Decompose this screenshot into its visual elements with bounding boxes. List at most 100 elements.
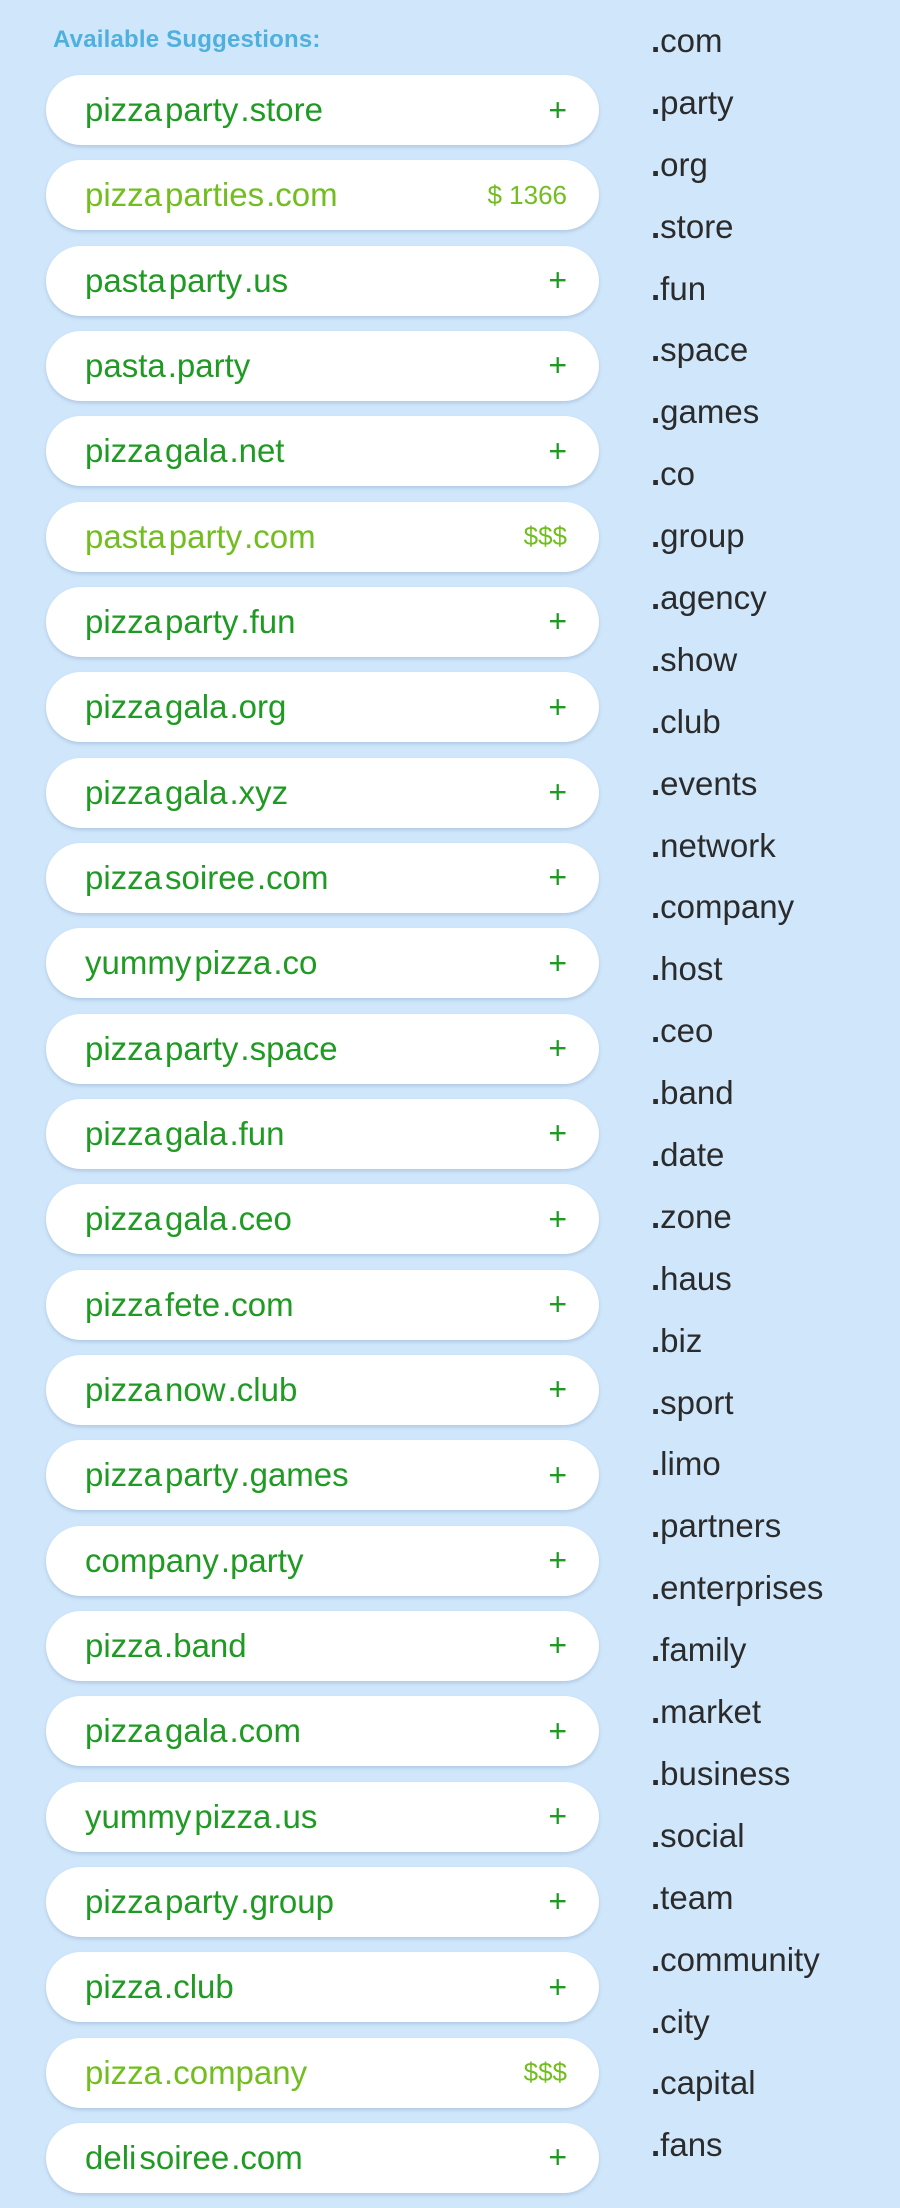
domain-name-base: pizza bbox=[85, 1285, 163, 1323]
domain-suggestion-5[interactable]: pizzagala.net + bbox=[46, 416, 599, 487]
tld-label: fun bbox=[660, 269, 707, 307]
add-domain-button[interactable]: + bbox=[548, 1883, 567, 1920]
tld-option-business[interactable]: .business bbox=[651, 1755, 891, 1817]
add-domain-button[interactable]: + bbox=[548, 859, 567, 896]
add-domain-button[interactable]: + bbox=[548, 1457, 567, 1494]
tld-option-show[interactable]: .show bbox=[651, 641, 891, 703]
domain-suggestion-21[interactable]: yummypizza.us + bbox=[46, 1781, 599, 1852]
domain-suggestion-1[interactable]: pizzaparty.store + bbox=[46, 75, 599, 145]
domain-suggestion-9[interactable]: pizzagala.xyz + bbox=[46, 757, 599, 828]
tld-option-co[interactable]: .co bbox=[651, 455, 891, 517]
tld-option-haus[interactable]: .haus bbox=[651, 1260, 891, 1322]
tld-option-enterprises[interactable]: .enterprises bbox=[651, 1569, 891, 1631]
tld-option-group[interactable]: .group bbox=[651, 517, 891, 579]
tld-option-fun[interactable]: .fun bbox=[651, 270, 891, 332]
tld-option-ceo[interactable]: .ceo bbox=[651, 1012, 891, 1074]
tld-option-date[interactable]: .date bbox=[651, 1136, 891, 1198]
domain-suggestion-14[interactable]: pizzagala.ceo + bbox=[46, 1184, 599, 1255]
domain-suggestion-7[interactable]: pizzaparty.fun + bbox=[46, 586, 599, 657]
tld-option-com[interactable]: .com bbox=[651, 22, 891, 84]
domain-name-tld: .org bbox=[229, 688, 287, 726]
tld-option-limo[interactable]: .limo bbox=[651, 1445, 891, 1507]
tld-option-host[interactable]: .host bbox=[651, 950, 891, 1012]
add-domain-button[interactable]: + bbox=[548, 1115, 567, 1152]
domain-suggestion-25[interactable]: delisoiree.com + bbox=[46, 2122, 599, 2193]
domain-name: pizzaparty.store bbox=[85, 91, 323, 129]
tld-dot: . bbox=[651, 269, 661, 307]
domain-suggestion-15[interactable]: pizzafete.com + bbox=[46, 1269, 599, 1340]
tld-dot: . bbox=[651, 331, 661, 369]
tld-option-games[interactable]: .games bbox=[651, 393, 891, 455]
domain-name-second-word: party bbox=[168, 517, 243, 555]
domain-suggestion-2[interactable]: pizzaparties.com $ 1366 bbox=[46, 160, 599, 231]
tld-option-community[interactable]: .community bbox=[651, 1941, 891, 2003]
domain-name-second-word: gala bbox=[165, 1200, 228, 1238]
tld-option-club[interactable]: .club bbox=[651, 703, 891, 765]
domain-suggestion-19[interactable]: pizza.band + bbox=[46, 1610, 599, 1681]
add-domain-button[interactable]: + bbox=[548, 2139, 567, 2176]
domain-suggestion-10[interactable]: pizzasoiree.com + bbox=[46, 842, 599, 913]
domain-name-second-word: party bbox=[165, 1029, 239, 1067]
domain-name-tld: .company bbox=[164, 2053, 308, 2091]
domain-suggestion-18[interactable]: company.party + bbox=[46, 1525, 599, 1596]
tld-option-capital[interactable]: .capital bbox=[651, 2064, 891, 2126]
tld-option-space[interactable]: .space bbox=[651, 331, 891, 393]
tld-option-band[interactable]: .band bbox=[651, 1074, 891, 1136]
add-domain-button[interactable]: + bbox=[548, 347, 567, 384]
tld-option-company[interactable]: .company bbox=[651, 888, 891, 950]
domain-suggestion-16[interactable]: pizzanow.club + bbox=[46, 1354, 599, 1425]
add-domain-button[interactable]: + bbox=[548, 92, 567, 129]
domain-name-tld: .com bbox=[231, 2138, 303, 2176]
add-domain-button[interactable]: + bbox=[548, 433, 567, 470]
add-domain-button[interactable]: + bbox=[548, 1627, 567, 1664]
domain-suggestion-24[interactable]: pizza.company $$$ bbox=[46, 2037, 599, 2108]
add-domain-button[interactable]: + bbox=[548, 945, 567, 982]
domain-suggestion-17[interactable]: pizzaparty.games + bbox=[46, 1440, 599, 1511]
tld-option-network[interactable]: .network bbox=[651, 827, 891, 889]
tld-option-biz[interactable]: .biz bbox=[651, 1322, 891, 1384]
tld-option-zone[interactable]: .zone bbox=[651, 1198, 891, 1260]
tld-option-sport[interactable]: .sport bbox=[651, 1384, 891, 1446]
add-domain-button[interactable]: + bbox=[548, 1286, 567, 1323]
domain-suggestion-22[interactable]: pizzaparty.group + bbox=[46, 1866, 599, 1937]
domain-suggestion-20[interactable]: pizzagala.com + bbox=[46, 1696, 599, 1767]
add-domain-button[interactable]: + bbox=[548, 262, 567, 299]
tld-option-family[interactable]: .family bbox=[651, 1631, 891, 1693]
add-domain-button[interactable]: + bbox=[548, 1713, 567, 1750]
domain-name-tld: .com bbox=[229, 1712, 301, 1750]
add-domain-button[interactable]: + bbox=[548, 1969, 567, 2006]
domain-suggestion-23[interactable]: pizza.club + bbox=[46, 1952, 599, 2023]
add-domain-button[interactable]: + bbox=[548, 1371, 567, 1408]
add-domain-button[interactable]: + bbox=[548, 603, 567, 640]
add-domain-button[interactable]: + bbox=[548, 1542, 567, 1579]
tld-option-market[interactable]: .market bbox=[651, 1693, 891, 1755]
tld-option-events[interactable]: .events bbox=[651, 765, 891, 827]
add-domain-button[interactable]: + bbox=[548, 1030, 567, 1067]
add-domain-button[interactable]: + bbox=[548, 689, 567, 726]
domain-suggestion-6[interactable]: pastaparty.com $$$ bbox=[46, 501, 599, 572]
add-domain-button[interactable]: + bbox=[548, 1201, 567, 1238]
tld-option-social[interactable]: .social bbox=[651, 1817, 891, 1879]
domain-name-second-word: party bbox=[165, 602, 239, 640]
tld-label: city bbox=[660, 2002, 710, 2040]
tld-option-team[interactable]: .team bbox=[651, 1879, 891, 1941]
tld-option-agency[interactable]: .agency bbox=[651, 579, 891, 641]
tld-option-org[interactable]: .org bbox=[651, 146, 891, 208]
domain-suggestion-4[interactable]: pasta.party + bbox=[46, 330, 599, 401]
domain-suggestion-3[interactable]: pastaparty.us + bbox=[46, 245, 599, 316]
add-domain-button[interactable]: + bbox=[548, 774, 567, 811]
domain-name-tld: .us bbox=[273, 1797, 318, 1835]
tld-dot: . bbox=[651, 2064, 661, 2102]
tld-label: store bbox=[660, 207, 734, 245]
tld-option-partners[interactable]: .partners bbox=[651, 1507, 891, 1569]
tld-dot: . bbox=[651, 764, 661, 802]
tld-option-store[interactable]: .store bbox=[651, 208, 891, 270]
domain-suggestion-11[interactable]: yummypizza.co + bbox=[46, 928, 599, 999]
tld-option-fans[interactable]: .fans bbox=[651, 2126, 891, 2188]
tld-option-party[interactable]: .party bbox=[651, 84, 891, 146]
domain-suggestion-8[interactable]: pizzagala.org + bbox=[46, 672, 599, 743]
domain-suggestion-12[interactable]: pizzaparty.space + bbox=[46, 1013, 599, 1084]
tld-option-city[interactable]: .city bbox=[651, 2003, 891, 2065]
add-domain-button[interactable]: + bbox=[548, 1798, 567, 1835]
domain-suggestion-13[interactable]: pizzagala.fun + bbox=[46, 1098, 599, 1169]
